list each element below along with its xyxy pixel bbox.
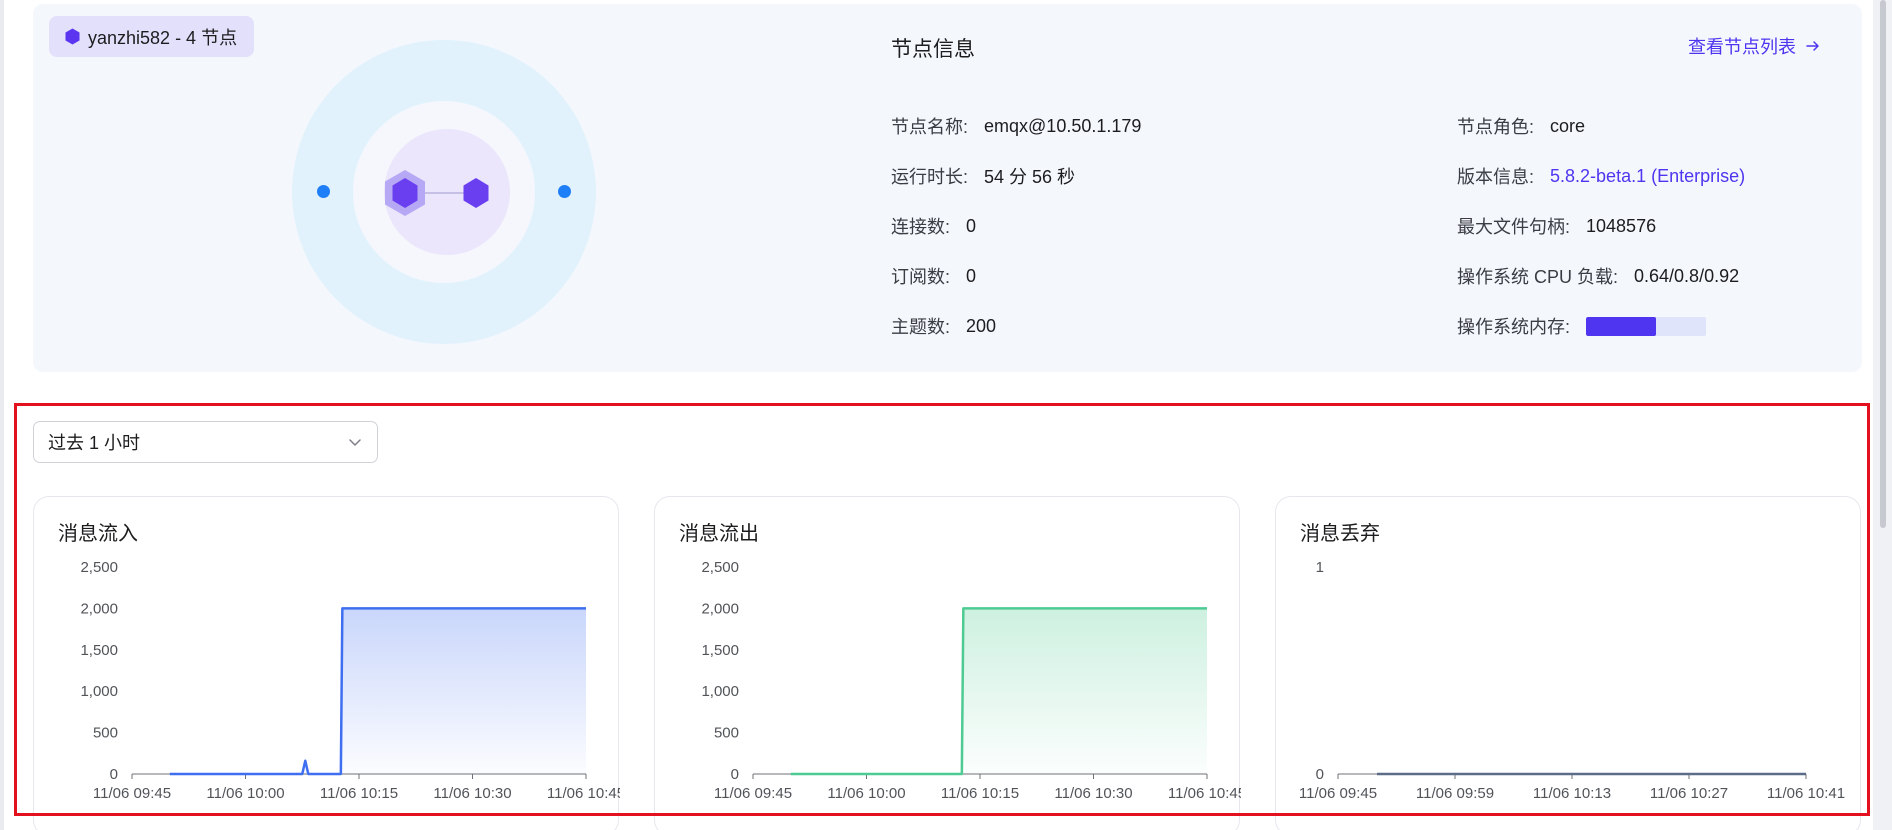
y-tick-label: 2,000 [80, 600, 118, 617]
peer-node-hexagon-icon[interactable] [463, 178, 489, 208]
message-dropped-card: 消息丢弃 0 1 11/06 09:45 11/06 09:59 11/06 10:13… [1275, 496, 1861, 830]
x-tick-label: 11/06 10:15 [320, 785, 398, 802]
topics-label: 主题数: [891, 317, 951, 337]
y-tick-label: 0 [110, 766, 118, 783]
x-tick-label: 11/06 10:41 [1767, 785, 1845, 802]
x-tick-label: 11/06 10:13 [1533, 785, 1611, 802]
max-fds-label: 最大文件句柄: [1457, 217, 1571, 237]
x-tick-label: 11/06 09:59 [1416, 785, 1494, 802]
y-tick-label: 1,000 [80, 683, 118, 700]
version-row: 版本信息: 5.8.2-beta.1 (Enterprise) [1457, 163, 1745, 189]
x-tick-label: 11/06 10:27 [1650, 785, 1728, 802]
x-tick-label: 11/06 10:00 [206, 785, 284, 802]
node-name-row: 节点名称: emqx@10.50.1.179 [891, 113, 1141, 139]
x-tick-label: 11/06 10:15 [941, 785, 1019, 802]
y-tick-label: 1,500 [80, 642, 118, 659]
series-area [790, 608, 1207, 774]
node-name-value: emqx@10.50.1.179 [984, 115, 1142, 136]
x-tick-label: 11/06 09:45 [714, 785, 792, 802]
max-fds-row: 最大文件句柄: 1048576 [1457, 213, 1656, 239]
memory-label: 操作系统内存: [1457, 317, 1571, 337]
cpu-load-label: 操作系统 CPU 负载: [1457, 267, 1619, 287]
cluster-badge[interactable]: yanzhi582 - 4 节点 [49, 16, 255, 57]
y-tick-label: 1,000 [701, 683, 739, 700]
time-range-value: 过去 1 小时 [48, 433, 141, 453]
message-outflow-chart[interactable]: 0 500 1,000 1,500 2,000 2,500 11/06 09:45 11/06… [655, 497, 1241, 830]
series-area [169, 608, 587, 774]
subscriptions-value: 0 [966, 265, 977, 286]
subscriptions-row: 订阅数: 0 [891, 263, 976, 289]
message-inflow-card: 消息流入 0 500 1,000 1,500 2,500 2,000 11/06 09:45… [33, 496, 620, 830]
version-link[interactable]: 5.8.2-beta.1 (Enterprise) [1550, 166, 1745, 187]
y-tick-label: 500 [93, 725, 118, 742]
message-inflow-chart[interactable]: 0 500 1,000 1,500 2,500 2,000 11/06 09:45 11/06… [34, 497, 620, 830]
y-tick-label: 2,500 [80, 559, 118, 576]
y-tick-label: 0 [731, 766, 739, 783]
window-left-edge [0, 0, 4, 830]
x-tick-label: 11/06 10:30 [433, 785, 511, 802]
chevron-down-icon [349, 439, 361, 446]
view-node-list-link[interactable]: 查看节点列表 [1688, 33, 1820, 59]
node-role-value: core [1550, 115, 1586, 136]
message-dropped-chart[interactable]: 0 1 11/06 09:45 11/06 09:59 11/06 10:13 11/06… [1276, 497, 1862, 830]
x-tick-label: 11/06 10:45 [547, 785, 620, 802]
y-tick-label: 500 [714, 725, 739, 742]
uptime-row: 运行时长: 54 分 56 秒 [891, 163, 1075, 189]
uptime-value: 54 分 56 秒 [984, 167, 1076, 187]
topics-row: 主题数: 200 [891, 313, 996, 339]
x-tick-label: 11/06 10:30 [1054, 785, 1132, 802]
node-role-row: 节点角色: core [1457, 113, 1585, 139]
y-tick-label: 0 [1316, 766, 1324, 783]
node-role-label: 节点角色: [1457, 117, 1535, 137]
cluster-badge-label: yanzhi582 - 4 节点 [88, 27, 238, 48]
node-hexagons [385, 170, 489, 216]
time-range-select[interactable]: 过去 1 小时 [33, 421, 378, 463]
hexagon-icon [65, 28, 80, 45]
message-outflow-card: 消息流出 0 500 1,000 1,500 2,000 2,500 11/06 09:45… [654, 496, 1241, 830]
x-tick-label: 11/06 10:00 [827, 785, 905, 802]
subscriptions-label: 订阅数: [891, 267, 951, 287]
scrollbar-thumb[interactable] [1880, 0, 1886, 528]
cpu-load-row: 操作系统 CPU 负载: 0.64/0.8/0.92 [1457, 263, 1739, 289]
node-info-title: 节点信息 [891, 38, 975, 61]
y-tick-label: 1 [1316, 559, 1324, 576]
node-dot-left[interactable] [317, 185, 330, 198]
memory-row: 操作系统内存: [1457, 313, 1707, 339]
y-tick-label: 2,500 [701, 559, 739, 576]
version-label: 版本信息: [1457, 167, 1535, 187]
x-tick-label: 11/06 09:45 [93, 785, 171, 802]
x-tick-label: 11/06 10:45 [1168, 785, 1241, 802]
connections-label: 连接数: [891, 217, 951, 237]
connections-value: 0 [966, 215, 977, 236]
uptime-label: 运行时长: [891, 167, 969, 187]
max-fds-value: 1048576 [1586, 215, 1657, 236]
cluster-topology-graphic [292, 40, 596, 344]
memory-progress-fill [1586, 316, 1656, 336]
connections-row: 连接数: 0 [891, 213, 976, 239]
arrow-right-icon [1806, 41, 1819, 51]
cpu-load-value: 0.64/0.8/0.92 [1634, 265, 1740, 286]
y-tick-label: 1,500 [701, 642, 739, 659]
topics-value: 200 [966, 315, 997, 336]
view-node-list-label: 查看节点列表 [1688, 37, 1796, 57]
node-dot-right[interactable] [558, 185, 571, 198]
x-tick-label: 11/06 09:45 [1299, 785, 1377, 802]
y-tick-label: 2,000 [701, 600, 739, 617]
node-name-label: 节点名称: [891, 117, 969, 137]
memory-progress-bar [1586, 316, 1707, 336]
